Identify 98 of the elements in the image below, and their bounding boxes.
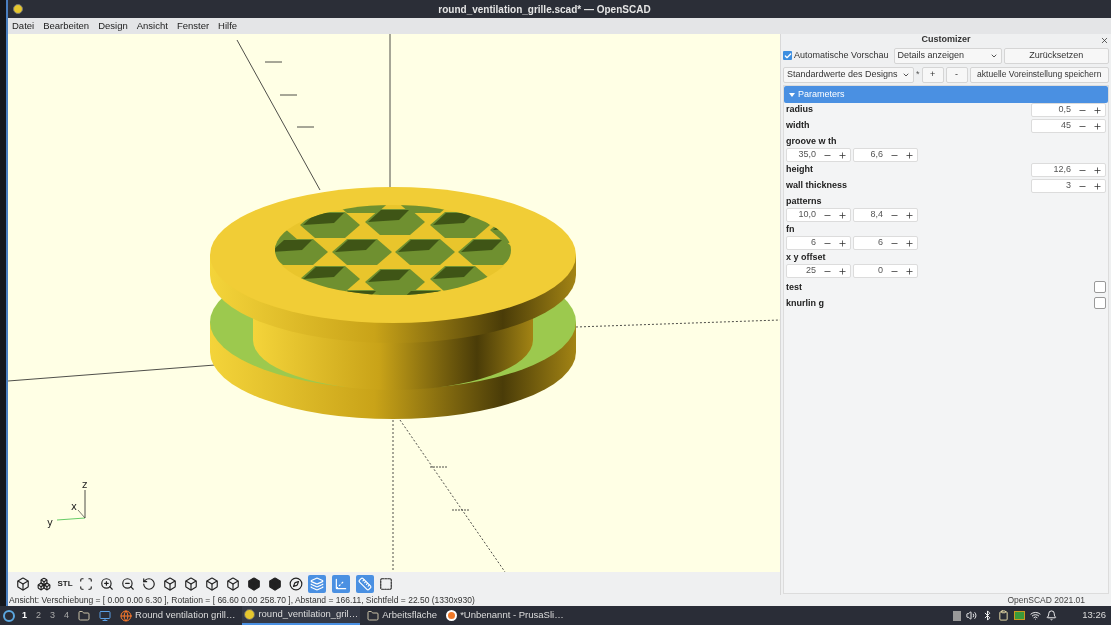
parameter-label: patterns — [786, 195, 823, 207]
workspace-button[interactable]: 1 — [20, 608, 29, 623]
scale-icon — [358, 576, 372, 591]
number-spinbox[interactable]: 0,5 — [1031, 103, 1106, 117]
number-spinbox[interactable]: 0 — [853, 264, 918, 278]
checkbox-label: Automatische Vorschau — [794, 48, 889, 62]
zoom-in-icon — [100, 576, 114, 591]
increment-icon[interactable] — [905, 150, 914, 160]
number-spinbox[interactable]: 6,6 — [853, 148, 918, 162]
remove-preset-button[interactable]: - — [945, 66, 968, 83]
wifi-icon[interactable] — [1030, 610, 1042, 621]
tray-app-icon[interactable] — [953, 610, 962, 621]
increment-icon[interactable] — [1093, 121, 1102, 131]
cube-icon — [16, 576, 30, 591]
globe-icon — [120, 609, 133, 622]
cube-icon — [226, 576, 240, 591]
workspace-button[interactable]: 4 — [62, 608, 72, 623]
increment-icon[interactable] — [905, 238, 914, 248]
parameter-label: x y offset — [786, 251, 827, 263]
folder-icon — [367, 609, 380, 622]
number-spinbox[interactable]: 45 — [1031, 119, 1106, 133]
number-spinbox[interactable]: 25 — [786, 264, 851, 278]
menu-item[interactable]: Hilfe — [218, 18, 238, 34]
reset-icon — [142, 576, 156, 591]
menu-item[interactable]: Ansicht — [136, 18, 168, 34]
volume-icon[interactable] — [966, 610, 978, 621]
app-logo-icon — [244, 609, 256, 620]
number-spinbox[interactable]: 35,0 — [786, 148, 851, 162]
checkbox[interactable] — [1094, 281, 1106, 293]
clipboard-icon[interactable] — [998, 610, 1010, 621]
taskbar-item[interactable]: *Unbenannt - PrusaSli… — [444, 606, 566, 625]
increment-icon[interactable] — [1093, 181, 1102, 191]
number-spinbox[interactable]: 3 — [1031, 179, 1106, 193]
number-spinbox[interactable]: 10,0 — [786, 208, 851, 222]
menu-item[interactable]: Bearbeiten — [43, 18, 90, 34]
expand-icon — [789, 92, 795, 97]
start-menu-icon[interactable] — [3, 609, 15, 622]
panel-title: Customizer — [921, 33, 971, 47]
axis-indicator-drawing: z x y — [47, 479, 88, 528]
parameter-label: radius — [786, 103, 813, 115]
cube-icon — [163, 576, 177, 591]
parameter-label: test — [786, 281, 802, 293]
parameter-label: height — [786, 163, 813, 175]
menu-item[interactable]: Design — [98, 18, 128, 34]
menu-item[interactable]: Fenster — [176, 18, 210, 34]
checkbox[interactable] — [1094, 297, 1106, 309]
close-icon[interactable] — [1100, 35, 1109, 45]
workspace-button[interactable]: 2 — [34, 608, 44, 623]
details-dropdown[interactable]: Details anzeigen — [893, 47, 1002, 64]
battery-icon[interactable] — [1014, 611, 1026, 620]
checkbox[interactable] — [783, 51, 792, 60]
increment-icon[interactable] — [838, 150, 847, 160]
status-text: Ansicht: Verschiebung = [ 0.00 0.00 6.30 ], Rotation = [ 66.60 0.00 258.70 ], Abstand = 166.11, Sichtfeld = 22.50 (1330x930) — [9, 594, 475, 607]
clock: 13:26 — [1082, 608, 1106, 623]
number-spinbox[interactable]: 12,6 — [1031, 163, 1106, 177]
increment-icon[interactable] — [1093, 165, 1102, 175]
taskbar-item[interactable]: Arbeitsfläche — [365, 606, 440, 625]
number-spinbox[interactable]: 6 — [786, 236, 851, 250]
parameter-label: groove w th — [786, 135, 838, 147]
reset-button[interactable]: Zurücksetzen — [1003, 47, 1109, 64]
taskbar-item[interactable]: round_ventilation_gril… — [242, 606, 361, 625]
cubes-icon — [37, 576, 51, 591]
app-logo-icon — [446, 610, 458, 621]
increment-icon[interactable] — [1093, 105, 1102, 115]
increment-icon[interactable] — [838, 210, 847, 220]
cube-icon — [268, 576, 282, 591]
save-preset-button[interactable]: aktuelle Voreinstellung speichern — [969, 66, 1109, 83]
toolbar-button[interactable]: STL — [56, 574, 74, 593]
view-all-icon — [79, 576, 93, 591]
taskbar-item[interactable]: Round ventilation grill… — [118, 606, 238, 625]
increment-icon[interactable] — [838, 266, 847, 276]
3d-viewport[interactable]: z x y — [8, 34, 780, 572]
cube-icon — [205, 576, 219, 591]
number-spinbox[interactable]: 6 — [853, 236, 918, 250]
window-title: round_ventilation_grille.scad* — OpenSCAD — [438, 2, 652, 17]
zoom-out-icon — [121, 576, 135, 591]
preset-dropdown[interactable]: Standardwerte des Designs — [783, 66, 914, 83]
add-preset-button[interactable]: + — [921, 66, 944, 83]
cube-icon — [247, 576, 261, 591]
number-spinbox[interactable]: 8,4 — [853, 208, 918, 222]
monitor-icon — [99, 609, 112, 622]
app-logo-icon — [13, 4, 23, 14]
increment-icon[interactable] — [905, 210, 914, 220]
menu-item[interactable]: Datei — [12, 18, 35, 34]
increment-icon[interactable] — [905, 266, 914, 276]
version-label: OpenSCAD 2021.01 — [1007, 594, 1086, 607]
parameter-label: knurlin g — [786, 297, 824, 309]
workspace-button[interactable]: 3 — [48, 608, 58, 623]
parameter-label: width — [786, 119, 810, 131]
edges-icon — [379, 576, 393, 591]
parameter-label: fn — [786, 223, 796, 235]
folder-icon — [78, 609, 91, 622]
cube-icon — [184, 576, 198, 591]
parameter-label: wall thickness — [786, 179, 848, 191]
notification-icon[interactable] — [1046, 610, 1058, 621]
increment-icon[interactable] — [838, 238, 847, 248]
axes-icon — [334, 576, 348, 591]
modified-marker: * — [916, 67, 920, 81]
